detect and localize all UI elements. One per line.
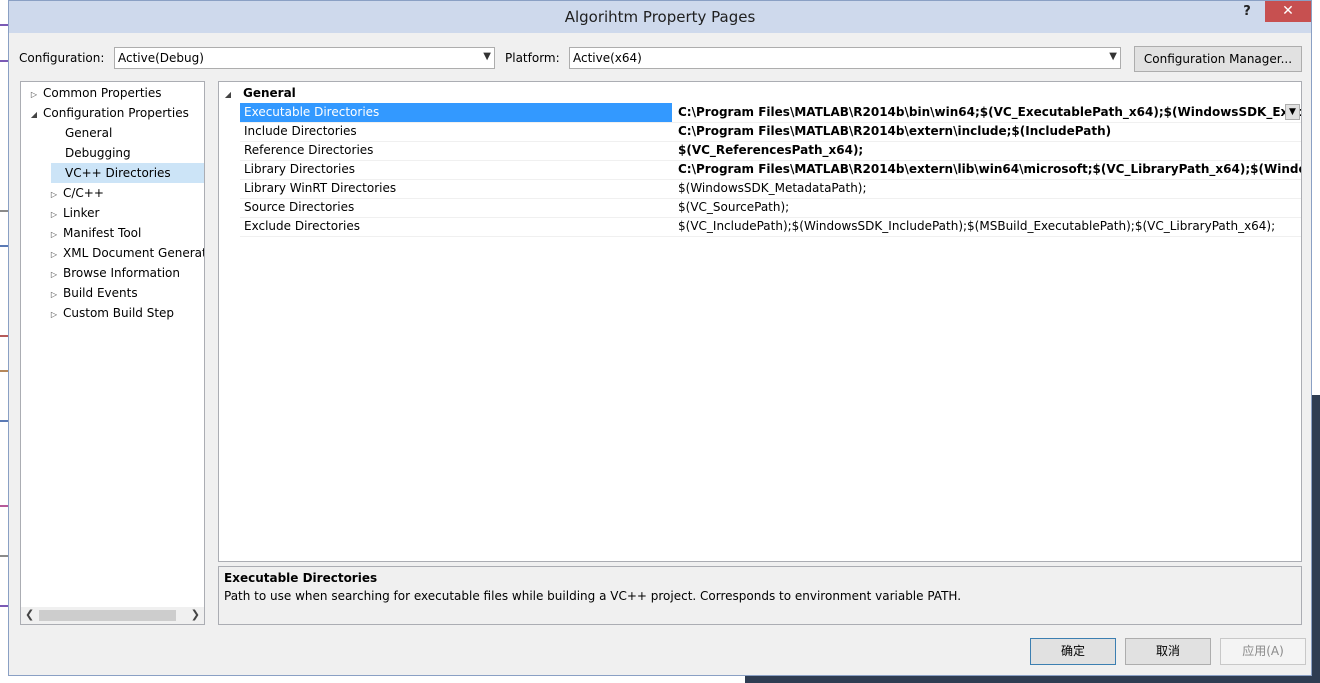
tree-item-custom-build-step[interactable]: ▷ Custom Build Step bbox=[49, 303, 174, 323]
category-label: General bbox=[243, 86, 296, 100]
property-value[interactable]: $(VC_IncludePath);$(WindowsSDK_IncludePa… bbox=[674, 217, 1301, 236]
tree-item-label: XML Document Generat bbox=[63, 246, 205, 260]
window-title: Algorihtm Property Pages bbox=[564, 8, 756, 26]
chevron-right-icon[interactable]: ▷ bbox=[49, 285, 59, 305]
configuration-label: Configuration: bbox=[19, 51, 105, 65]
category-header-general[interactable]: ◢ General bbox=[223, 84, 296, 103]
scroll-left-icon[interactable]: ❮ bbox=[25, 608, 34, 621]
tree-horizontal-scrollbar[interactable]: ❮ ❯ bbox=[21, 607, 204, 624]
property-row-reference-directories[interactable]: Reference Directories $(VC_ReferencesPat… bbox=[240, 141, 1301, 161]
property-name: Library WinRT Directories bbox=[244, 181, 397, 195]
configuration-manager-button[interactable]: Configuration Manager... bbox=[1134, 46, 1302, 72]
property-row-exclude-directories[interactable]: Exclude Directories $(VC_IncludePath);$(… bbox=[240, 217, 1301, 237]
property-grid[interactable]: ◢ General Executable Directories C:\Progr… bbox=[218, 81, 1302, 562]
platform-label: Platform: bbox=[505, 51, 560, 65]
configuration-value: Active(Debug) bbox=[118, 51, 204, 65]
description-panel: Executable Directories Path to use when … bbox=[218, 566, 1302, 625]
property-row-library-winrt-directories[interactable]: Library WinRT Directories $(WindowsSDK_M… bbox=[240, 179, 1301, 199]
ok-button[interactable]: 确定 bbox=[1030, 638, 1116, 665]
property-row-executable-directories[interactable]: Executable Directories C:\Program Files\… bbox=[240, 103, 1301, 123]
platform-dropdown[interactable]: Active(x64) ▼ bbox=[569, 47, 1121, 69]
property-value[interactable]: $(VC_SourcePath); bbox=[674, 198, 1301, 217]
tree-item-label: Debugging bbox=[65, 146, 131, 160]
property-row-source-directories[interactable]: Source Directories $(VC_SourcePath); bbox=[240, 198, 1301, 218]
property-name: Reference Directories bbox=[244, 143, 374, 157]
chevron-right-icon[interactable]: ▷ bbox=[49, 185, 59, 205]
close-button[interactable]: ✕ bbox=[1265, 1, 1311, 22]
triangle-down-icon[interactable]: ◢ bbox=[29, 105, 39, 125]
tree-item-label: Linker bbox=[63, 206, 100, 220]
tree-item-build-events[interactable]: ▷ Build Events bbox=[49, 283, 138, 303]
title-bar[interactable]: Algorihtm Property Pages ? ✕ bbox=[9, 1, 1311, 33]
tree-item-general[interactable]: General bbox=[65, 123, 112, 143]
property-value[interactable]: C:\Program Files\MATLAB\R2014b\bin\win64… bbox=[674, 103, 1301, 122]
tree-item-label: Configuration Properties bbox=[43, 106, 189, 120]
property-value[interactable]: C:\Program Files\MATLAB\R2014b\extern\in… bbox=[674, 122, 1301, 141]
tree-item-common-properties[interactable]: ▷ Common Properties bbox=[29, 83, 162, 103]
property-name: Include Directories bbox=[244, 124, 357, 138]
property-value[interactable]: $(WindowsSDK_MetadataPath); bbox=[674, 179, 1301, 198]
tree-item-label: General bbox=[65, 126, 113, 140]
tree-item-linker[interactable]: ▷ Linker bbox=[49, 203, 100, 225]
tree-item-cpp[interactable]: ▷ C/C++ bbox=[49, 183, 104, 203]
apply-button[interactable]: 应用(A) bbox=[1220, 638, 1306, 665]
cancel-button[interactable]: 取消 bbox=[1125, 638, 1211, 665]
tree-item-label: Custom Build Step bbox=[63, 306, 175, 320]
chevron-down-icon[interactable]: ▼ bbox=[1285, 104, 1300, 120]
tree-item-label: Manifest Tool bbox=[63, 226, 142, 240]
property-value[interactable]: C:\Program Files\MATLAB\R2014b\extern\li… bbox=[674, 160, 1301, 179]
chevron-right-icon[interactable]: ▷ bbox=[29, 85, 39, 105]
description-text: Path to use when searching for executabl… bbox=[224, 589, 962, 603]
tree-item-label: C/C++ bbox=[63, 186, 104, 200]
tree-item-configuration-properties[interactable]: ◢ Configuration Properties bbox=[29, 103, 189, 123]
property-row-library-directories[interactable]: Library Directories C:\Program Files\MAT… bbox=[240, 160, 1301, 180]
scroll-right-icon[interactable]: ❯ bbox=[191, 608, 200, 621]
platform-value: Active(x64) bbox=[573, 51, 642, 65]
chevron-right-icon[interactable]: ▷ bbox=[49, 205, 59, 225]
property-name: Source Directories bbox=[244, 200, 355, 214]
tree-item-vc-directories[interactable]: VC++ Directories bbox=[51, 163, 204, 183]
property-tree[interactable]: ▷ Common Properties ◢ Configuration Proper… bbox=[20, 81, 205, 625]
tree-item-xml-document-generator[interactable]: ▷ XML Document Generat bbox=[49, 243, 205, 265]
tree-item-browse-information[interactable]: ▷ Browse Information bbox=[49, 263, 180, 283]
help-button[interactable]: ? bbox=[1240, 4, 1254, 22]
background-window bbox=[745, 675, 1320, 683]
description-title: Executable Directories bbox=[224, 571, 378, 585]
chevron-right-icon[interactable]: ▷ bbox=[49, 225, 59, 245]
tree-item-label: Browse Information bbox=[63, 266, 180, 280]
tree-item-label: Common Properties bbox=[43, 86, 162, 100]
chevron-down-icon: ▼ bbox=[1109, 51, 1117, 62]
chevron-down-icon: ▼ bbox=[483, 51, 491, 62]
chevron-right-icon[interactable]: ▷ bbox=[49, 305, 59, 325]
tree-item-label: Build Events bbox=[63, 286, 138, 300]
property-value[interactable]: $(VC_ReferencesPath_x64); bbox=[674, 141, 1301, 160]
close-icon: ✕ bbox=[1282, 3, 1294, 19]
property-row-include-directories[interactable]: Include Directories C:\Program Files\MAT… bbox=[240, 122, 1301, 142]
triangle-down-icon[interactable]: ◢ bbox=[223, 85, 233, 104]
property-name: Exclude Directories bbox=[244, 219, 360, 233]
tree-item-label: VC++ Directories bbox=[65, 166, 171, 180]
chevron-right-icon[interactable]: ▷ bbox=[49, 265, 59, 285]
tree-item-manifest-tool[interactable]: ▷ Manifest Tool bbox=[49, 223, 141, 243]
property-name: Library Directories bbox=[244, 162, 355, 176]
scrollbar-thumb[interactable] bbox=[39, 610, 176, 621]
property-name: Executable Directories bbox=[240, 103, 672, 122]
configuration-dropdown[interactable]: Active(Debug) ▼ bbox=[114, 47, 495, 69]
chevron-right-icon[interactable]: ▷ bbox=[49, 245, 59, 265]
tree-item-debugging[interactable]: Debugging bbox=[65, 143, 131, 163]
property-pages-dialog: Algorihtm Property Pages ? ✕ Configurati… bbox=[8, 0, 1312, 676]
